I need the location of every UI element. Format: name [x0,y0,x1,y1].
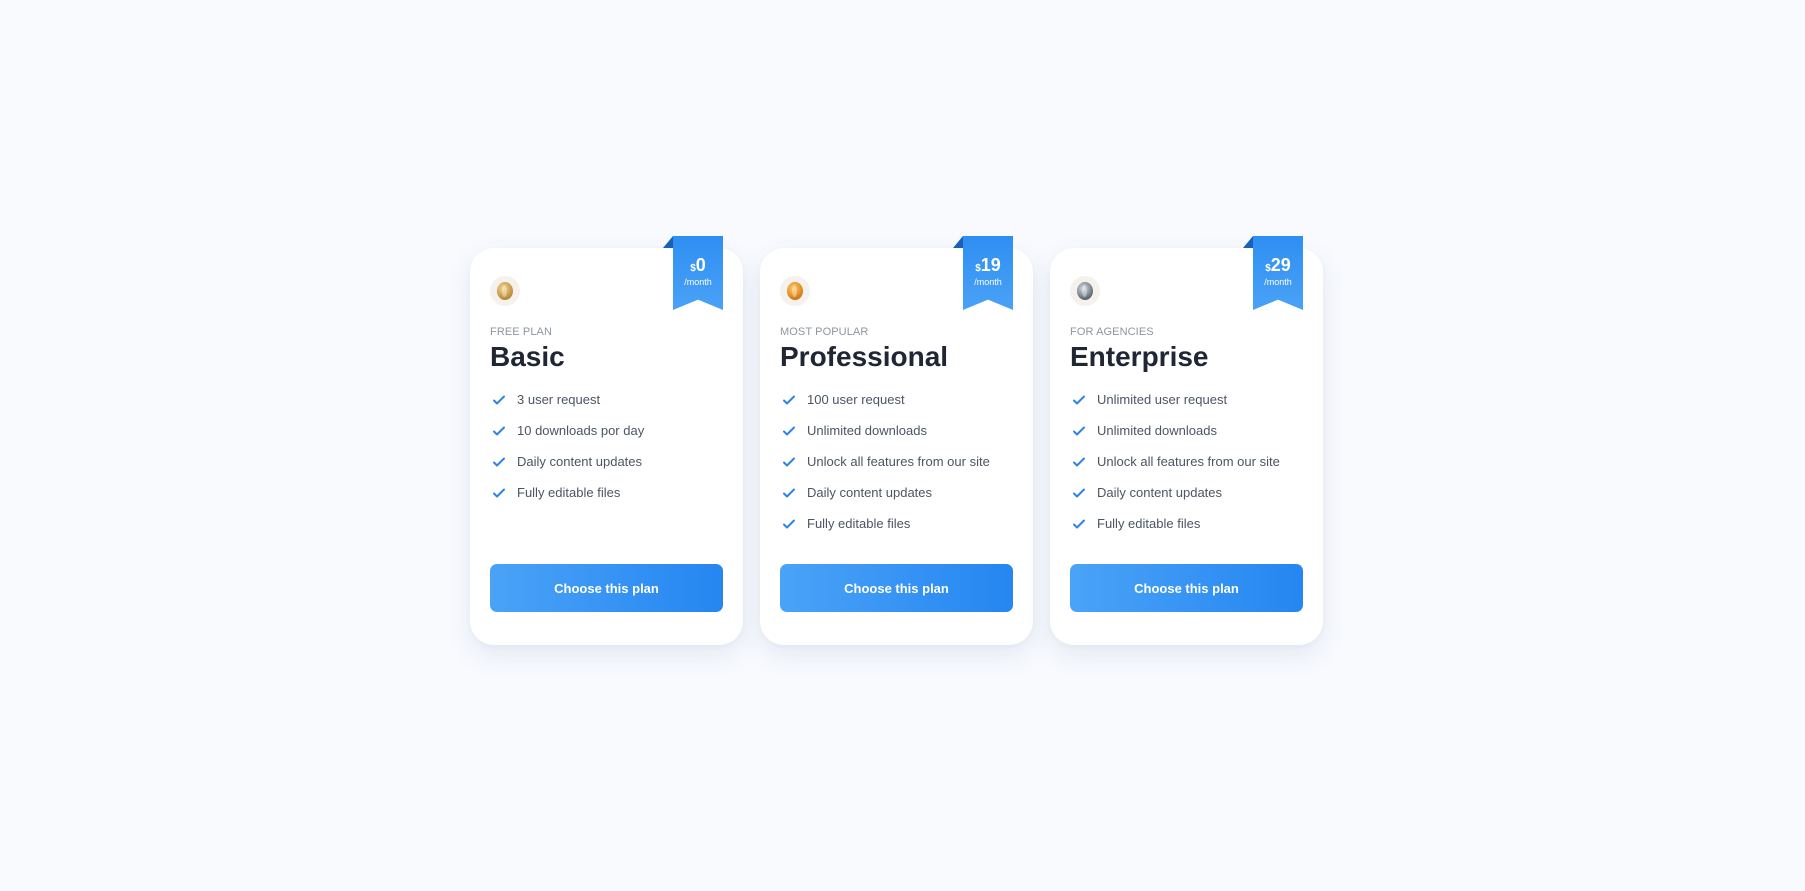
ribbon-fold [1243,236,1253,248]
feature-list: 100 user request Unlimited downloads Unl… [780,392,1015,539]
plan-avatar [490,276,520,306]
price-value: 29 [1270,255,1291,275]
pricing-card-enterprise: $29 /month FOR AGENCIES Enterprise Unlim… [1050,236,1323,645]
check-icon [783,519,795,528]
check-icon [493,395,505,404]
plan-subtitle: FREE PLAN [490,326,553,338]
currency-symbol: $ [1265,263,1271,274]
price-ribbon: $19 /month [953,236,1013,310]
price-amount: $0 [673,256,723,275]
feature-item: Daily content updates [1070,477,1305,508]
plan-avatar [1070,276,1100,306]
coin-icon [787,282,803,300]
currency-symbol: $ [975,263,981,274]
feature-label: 10 downloads por day [517,423,645,438]
feature-label: Daily content updates [517,454,643,469]
ribbon-fold [663,236,673,248]
feature-label: 100 user request [807,392,905,407]
feature-item: Unlimited downloads [780,415,1015,446]
feature-label: Fully editable files [1097,516,1201,531]
price-amount: $29 [1253,256,1303,275]
feature-item: Daily content updates [780,477,1015,508]
check-icon [1073,395,1085,404]
feature-item: Unlock all features from our site [780,446,1015,477]
plan-title: Professional [780,341,949,372]
billing-period: /month [1264,277,1292,287]
billing-period: /month [684,277,712,287]
check-icon [783,426,795,435]
feature-item: 3 user request [490,384,725,415]
feature-label: Unlock all features from our site [807,454,990,469]
choose-plan-button[interactable]: Choose this plan [490,564,723,612]
feature-label: Fully editable files [517,485,621,500]
check-icon [493,426,505,435]
feature-label: Unlimited downloads [807,423,927,438]
feature-label: Daily content updates [807,485,933,500]
feature-item: Fully editable files [490,477,725,508]
check-icon [493,457,505,466]
feature-item: 10 downloads por day [490,415,725,446]
coin-icon [1077,282,1093,300]
feature-list: Unlimited user request Unlimited downloa… [1070,392,1305,539]
plan-subtitle: MOST POPULAR [780,326,869,338]
feature-label: Fully editable files [807,516,911,531]
currency-symbol: $ [690,263,696,274]
feature-list: 3 user request 10 downloads por day Dail… [490,392,725,508]
feature-label: Unlock all features from our site [1097,454,1280,469]
feature-label: Unlimited downloads [1097,423,1217,438]
feature-item: Unlimited downloads [1070,415,1305,446]
coin-icon [497,282,513,300]
feature-item: Daily content updates [490,446,725,477]
feature-label: Unlimited user request [1097,392,1228,407]
check-icon [1073,519,1085,528]
price-value: 19 [980,255,1001,275]
feature-item: Fully editable files [1070,508,1305,539]
ribbon-fold [953,236,963,248]
check-icon [783,488,795,497]
check-icon [1073,488,1085,497]
check-icon [493,488,505,497]
check-icon [783,457,795,466]
check-icon [1073,457,1085,466]
choose-plan-button[interactable]: Choose this plan [1070,564,1303,612]
check-icon [783,395,795,404]
feature-label: Daily content updates [1097,485,1223,500]
plan-title: Enterprise [1070,341,1209,372]
price-ribbon: $29 /month [1243,236,1303,310]
price-value: 0 [695,255,706,275]
pricing-card-basic: $0 /month FREE PLAN Basic 3 user request… [470,236,743,645]
feature-item: Fully editable files [780,508,1015,539]
check-icon [1073,426,1085,435]
pricing-cards: $0 /month FREE PLAN Basic 3 user request… [470,236,1323,646]
price-amount: $19 [963,256,1013,275]
pricing-card-professional: $19 /month MOST POPULAR Professional 100… [760,236,1033,645]
feature-item: 100 user request [780,384,1015,415]
plan-subtitle: FOR AGENCIES [1070,326,1154,338]
feature-label: 3 user request [517,392,601,407]
plan-title: Basic [490,341,565,372]
billing-period: /month [974,277,1002,287]
feature-item: Unlock all features from our site [1070,446,1305,477]
plan-avatar [780,276,810,306]
feature-item: Unlimited user request [1070,384,1305,415]
price-ribbon: $0 /month [663,236,723,310]
choose-plan-button[interactable]: Choose this plan [780,564,1013,612]
